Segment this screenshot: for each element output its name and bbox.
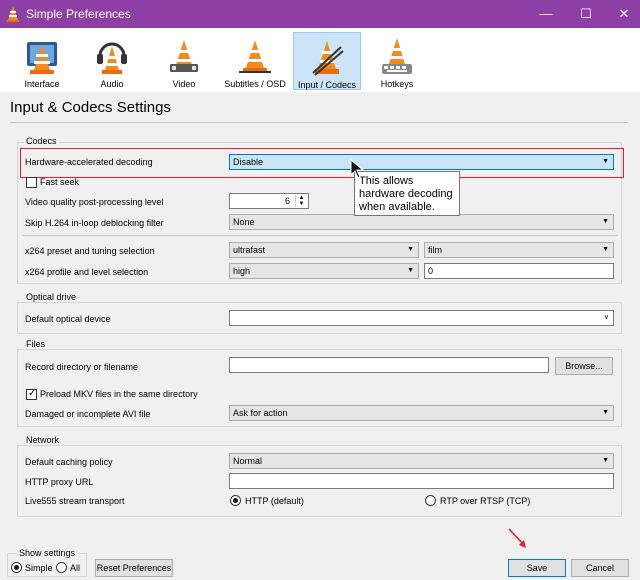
red-arrow-icon bbox=[506, 527, 530, 553]
damaged-avi-value: Ask for action bbox=[233, 408, 288, 418]
tab-interface[interactable]: Interface bbox=[8, 32, 76, 90]
hotkeys-icon bbox=[363, 36, 431, 76]
tooltip: This allows hardware decoding when avail… bbox=[354, 171, 460, 216]
simple-radio[interactable] bbox=[11, 562, 22, 573]
tab-label: Subtitles / OSD bbox=[224, 79, 286, 89]
mouse-cursor-icon bbox=[350, 158, 365, 181]
interface-icon bbox=[8, 36, 76, 76]
x264-preset-select[interactable]: ultrafast ▼ bbox=[229, 242, 419, 258]
chevron-down-icon: ▼ bbox=[407, 267, 414, 274]
http-radio[interactable] bbox=[230, 495, 241, 506]
chevron-down-icon: ▼ bbox=[602, 457, 609, 464]
input-codecs-icon bbox=[294, 37, 360, 77]
caching-policy-value: Normal bbox=[233, 456, 263, 466]
page-title: Input & Codecs Settings bbox=[10, 99, 171, 116]
preferences-toolbar: Interface Audio Video Subtitles / OSD In… bbox=[0, 28, 640, 92]
codecs-group-title: Codecs bbox=[24, 136, 59, 146]
chevron-down-icon: ▼ bbox=[602, 218, 609, 225]
rtp-radio-label: RTP over RTSP (TCP) bbox=[440, 496, 531, 506]
chevron-down-icon: ∨ bbox=[603, 314, 609, 321]
caching-policy-select[interactable]: Normal ▼ bbox=[229, 453, 614, 469]
tab-hotkeys[interactable]: Hotkeys bbox=[363, 32, 431, 90]
tab-label: Input / Codecs bbox=[297, 80, 357, 90]
post-processing-spinbox[interactable]: 6 ▲ ▼ bbox=[229, 193, 309, 209]
tab-video[interactable]: Video bbox=[150, 32, 218, 90]
cancel-button[interactable]: Cancel bbox=[571, 559, 629, 577]
optical-device-label: Default optical device bbox=[25, 314, 111, 324]
x264-level-value: 0 bbox=[428, 266, 434, 276]
chevron-down-icon: ▼ bbox=[602, 246, 609, 253]
record-directory-label: Record directory or filename bbox=[25, 362, 139, 372]
skip-h264-label: Skip H.264 in-loop deblocking filter bbox=[25, 218, 164, 228]
optical-device-select[interactable]: ∨ bbox=[229, 310, 614, 326]
http-proxy-input[interactable] bbox=[229, 473, 614, 489]
highlight-box bbox=[20, 148, 624, 178]
damaged-avi-select[interactable]: Ask for action ▼ bbox=[229, 405, 614, 421]
minimize-button[interactable]: — bbox=[526, 0, 566, 28]
x264-profile-value: high bbox=[233, 266, 251, 276]
files-group-title: Files bbox=[24, 339, 48, 349]
x264-preset-label: x264 preset and tuning selection bbox=[25, 246, 155, 256]
title-bar: Simple Preferences — ☐ ✕ bbox=[0, 0, 640, 28]
reset-preferences-button[interactable]: Reset Preferences bbox=[95, 559, 173, 577]
x264-profile-select[interactable]: high ▼ bbox=[229, 263, 419, 279]
optical-drive-group-title: Optical drive bbox=[24, 292, 79, 302]
x264-profile-label: x264 profile and level selection bbox=[25, 267, 149, 277]
simple-radio-label: Simple bbox=[25, 563, 53, 573]
tab-input-codecs[interactable]: Input / Codecs bbox=[293, 32, 361, 90]
preload-mkv-checkbox[interactable] bbox=[26, 388, 37, 400]
rtp-radio[interactable] bbox=[425, 495, 436, 506]
damaged-avi-label: Damaged or incomplete AVI file bbox=[25, 409, 151, 419]
browse-button[interactable]: Browse... bbox=[555, 357, 613, 375]
tab-subtitles-osd[interactable]: Subtitles / OSD bbox=[221, 32, 289, 90]
spin-arrows-icon[interactable]: ▲ ▼ bbox=[295, 195, 307, 207]
tooltip-text: This allows hardware decoding when avail… bbox=[359, 175, 453, 213]
window-title: Simple Preferences bbox=[26, 7, 131, 21]
all-radio[interactable] bbox=[56, 562, 67, 573]
tab-label: Interface bbox=[24, 79, 60, 89]
x264-tune-select[interactable]: film ▼ bbox=[424, 242, 614, 258]
http-proxy-label: HTTP proxy URL bbox=[25, 477, 94, 487]
tab-label: Video bbox=[172, 79, 196, 89]
skip-h264-value: None bbox=[233, 217, 255, 227]
x264-tune-value: film bbox=[428, 245, 442, 255]
show-settings-title: Show settings bbox=[17, 548, 78, 558]
preload-mkv-label: Preload MKV files in the same directory bbox=[40, 389, 198, 399]
subtitles-icon bbox=[221, 36, 289, 76]
all-radio-label: All bbox=[70, 563, 81, 573]
divider bbox=[10, 122, 628, 123]
x264-preset-value: ultrafast bbox=[233, 245, 266, 255]
chevron-down-icon: ▼ bbox=[407, 246, 414, 253]
video-icon bbox=[150, 36, 218, 76]
skip-h264-select[interactable]: None ▼ bbox=[229, 214, 614, 230]
save-button[interactable]: Save bbox=[508, 559, 566, 577]
tab-label: Hotkeys bbox=[380, 79, 414, 89]
divider bbox=[22, 235, 618, 236]
close-button[interactable]: ✕ bbox=[604, 0, 640, 28]
http-radio-label: HTTP (default) bbox=[245, 496, 304, 506]
caching-policy-label: Default caching policy bbox=[25, 457, 113, 467]
post-processing-value: 6 bbox=[284, 196, 290, 206]
headphones-icon bbox=[78, 36, 146, 76]
record-directory-input[interactable] bbox=[229, 357, 549, 373]
chevron-down-icon: ▼ bbox=[602, 409, 609, 416]
post-processing-label: Video quality post-processing level bbox=[25, 197, 164, 207]
maximize-button[interactable]: ☐ bbox=[566, 0, 606, 28]
live555-label: Live555 stream transport bbox=[25, 496, 125, 506]
fast-seek-checkbox[interactable] bbox=[26, 177, 37, 188]
tab-audio[interactable]: Audio bbox=[78, 32, 146, 90]
tab-label: Audio bbox=[100, 79, 124, 89]
x264-level-input[interactable]: 0 bbox=[424, 263, 614, 279]
vlc-cone-icon bbox=[6, 6, 20, 24]
network-group-title: Network bbox=[24, 435, 62, 445]
fast-seek-label: Fast seek bbox=[40, 177, 80, 187]
